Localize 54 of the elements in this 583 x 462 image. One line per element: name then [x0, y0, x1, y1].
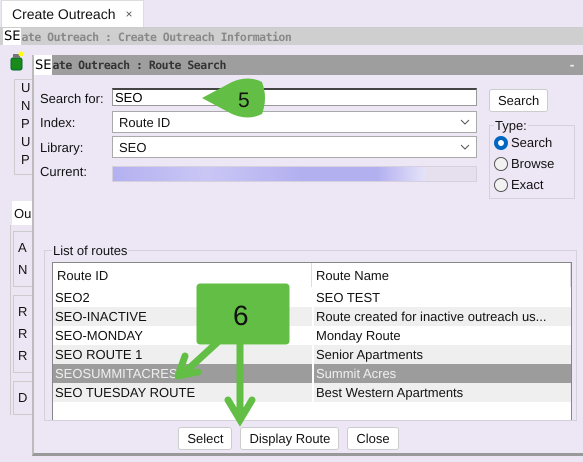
- label-fragment: N: [18, 262, 28, 278]
- dialog-button[interactable]: Select: [178, 427, 232, 450]
- label-fragment: R: [18, 348, 28, 364]
- table-cell: Summit Acres: [316, 366, 396, 381]
- table-cell: Best Western Apartments: [316, 385, 464, 400]
- label-fragment: P: [21, 152, 31, 168]
- table-cell: SEO2: [55, 290, 90, 305]
- table-row[interactable]: SEO ROUTE 1 Senior Apartments: [53, 345, 571, 364]
- column-header[interactable]: Route Name: [312, 263, 571, 287]
- index-dropdown[interactable]: Route ID: [112, 111, 477, 133]
- radio-label[interactable]: Search: [511, 135, 552, 150]
- tab[interactable]: Ou: [12, 201, 32, 225]
- table-cell: Route created for inactive outreach us...: [316, 309, 547, 324]
- radio-label[interactable]: Browse: [511, 156, 554, 171]
- field-label: Search for:: [40, 91, 105, 106]
- label-fragment: R: [18, 326, 28, 342]
- label-fragment: D: [18, 390, 28, 406]
- radio-button[interactable]: [494, 136, 508, 150]
- table-cell: Senior Apartments: [316, 347, 423, 362]
- table-cell: SEO TUESDAY ROUTE: [55, 385, 196, 400]
- field-label: Current:: [40, 164, 88, 178]
- close-icon[interactable]: ×: [126, 7, 133, 21]
- label-fragment: N: [21, 98, 32, 114]
- jar-icon: [10, 51, 24, 71]
- dialog-button[interactable]: Close: [347, 427, 399, 450]
- table-row[interactable]: SEO TUESDAY ROUTE Best Western Apartments: [53, 383, 571, 402]
- table-cell: Monday Route: [316, 328, 401, 343]
- callout-tooltip: 5: [202, 78, 265, 118]
- radio-button[interactable]: [494, 178, 508, 192]
- label-fragment: A: [18, 240, 28, 256]
- radio-button[interactable]: [494, 156, 508, 170]
- group-label: Type:: [494, 118, 528, 133]
- chevron-down-icon: [460, 144, 470, 150]
- dialog-button[interactable]: Display Route: [240, 427, 340, 450]
- chevron-down-icon: [460, 119, 470, 125]
- search-button[interactable]: Search: [489, 89, 548, 112]
- field-label: Library:: [40, 140, 84, 154]
- tab[interactable]: Create Outreach ×: [1, 0, 144, 27]
- library-dropdown[interactable]: SEO: [112, 136, 477, 158]
- label-fragment: U: [21, 134, 32, 150]
- table-cell: SEO ROUTE 1: [55, 347, 142, 362]
- label-fragment: U: [21, 80, 32, 96]
- table-cell: SEO-INACTIVE: [55, 309, 147, 324]
- title-badge: SE: [34, 55, 52, 75]
- title-badge: SE: [3, 28, 22, 45]
- label-fragment: R: [18, 304, 28, 320]
- group-label: List of routes: [52, 243, 128, 258]
- table-cell: SEO-MONDAY: [55, 328, 143, 343]
- radio-label[interactable]: Exact: [511, 177, 544, 192]
- label-fragment: P: [21, 116, 31, 132]
- table-cell: SEO TEST: [316, 290, 380, 305]
- window-title: ate Outreach : Create Outreach Information: [21, 30, 292, 44]
- dialog-title: ate Outreach : Route Search: [52, 58, 226, 72]
- field-label: Index:: [40, 114, 76, 130]
